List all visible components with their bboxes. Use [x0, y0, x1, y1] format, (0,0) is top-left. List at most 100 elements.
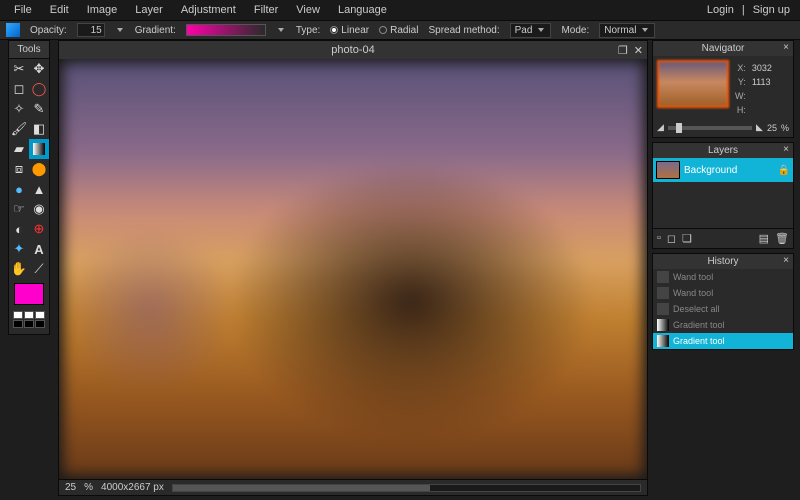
- bucket-tool[interactable]: ▰: [9, 139, 29, 159]
- gradient-icon: [33, 143, 45, 155]
- menu-view[interactable]: View: [288, 1, 328, 19]
- drawing-tool[interactable]: ✦: [9, 239, 29, 259]
- horizontal-scrollbar[interactable]: [172, 484, 641, 492]
- gradient-preview[interactable]: [186, 24, 266, 36]
- dodge-tool[interactable]: ◐: [9, 219, 29, 239]
- nav-h-value: [752, 104, 772, 116]
- login-link[interactable]: Login: [707, 4, 734, 16]
- zoom-in-icon[interactable]: ◣: [756, 122, 763, 133]
- brush-tool[interactable]: 🖌: [9, 119, 29, 139]
- gradient-tool[interactable]: [29, 139, 49, 159]
- nav-zoom-value[interactable]: 25: [767, 123, 777, 133]
- history-item[interactable]: Deselect all: [653, 301, 793, 317]
- zoom-out-icon[interactable]: ◢: [657, 122, 664, 133]
- zoom-value[interactable]: 25: [65, 482, 76, 493]
- nav-y-label: Y:: [735, 76, 750, 88]
- crop-icon: ✂: [14, 61, 25, 77]
- mode-label: Mode:: [561, 25, 589, 36]
- menu-edit[interactable]: Edit: [42, 1, 77, 19]
- menu-language[interactable]: Language: [330, 1, 395, 19]
- wand-icon: [657, 271, 669, 283]
- spread-select[interactable]: Pad: [510, 23, 552, 38]
- type-linear-label: Linear: [341, 25, 369, 36]
- shapes-icon: ✦: [14, 241, 25, 257]
- app-logo-icon: [6, 23, 20, 37]
- nav-x-value: 3032: [752, 62, 772, 74]
- drop-icon: ●: [15, 182, 23, 197]
- window-maximize-icon[interactable]: ❐: [618, 44, 628, 57]
- spread-value: Pad: [515, 25, 533, 36]
- hand-tool[interactable]: ✋: [9, 259, 29, 279]
- dodge-icon: ◐: [15, 222, 23, 237]
- history-item[interactable]: Wand tool: [653, 269, 793, 285]
- canvas-viewport[interactable]: [59, 59, 647, 479]
- smudge-tool[interactable]: ☞: [9, 199, 29, 219]
- eyedropper-tool[interactable]: ⟋: [29, 259, 49, 279]
- clone-tool[interactable]: ⧈: [9, 159, 29, 179]
- history-item[interactable]: Gradient tool: [653, 333, 793, 349]
- type-label: Type:: [296, 25, 320, 36]
- menu-file[interactable]: File: [6, 1, 40, 19]
- menu-items: File Edit Image Layer Adjustment Filter …: [6, 1, 395, 19]
- panel-close-icon[interactable]: ×: [783, 42, 789, 53]
- history-item-label: Deselect all: [673, 304, 720, 314]
- delete-layer-icon[interactable]: 🗑: [775, 232, 789, 245]
- opacity-input[interactable]: [77, 23, 105, 37]
- gradient-dropdown-icon[interactable]: [276, 25, 286, 35]
- menu-filter[interactable]: Filter: [246, 1, 286, 19]
- history-item[interactable]: Gradient tool: [653, 317, 793, 333]
- document-statusbar: 25 % 4000x2667 px: [59, 479, 647, 495]
- color-swatches[interactable]: [9, 309, 49, 334]
- layer-settings-icon[interactable]: ▤: [759, 232, 769, 245]
- panel-close-icon[interactable]: ×: [783, 144, 789, 155]
- radio-dot-icon: [330, 26, 338, 34]
- type-tool[interactable]: A: [29, 239, 49, 259]
- wand-icon: ✧: [14, 101, 25, 117]
- history-item[interactable]: Wand tool: [653, 285, 793, 301]
- redeye-tool[interactable]: ⊕: [29, 219, 49, 239]
- new-layer-icon[interactable]: ▫: [657, 232, 661, 245]
- wand-tool[interactable]: ✧: [9, 99, 29, 119]
- brush-icon: 🖌: [11, 121, 28, 137]
- lasso-icon: ◯: [32, 81, 47, 97]
- canvas-image: [63, 63, 643, 475]
- mode-value: Normal: [604, 25, 636, 36]
- sponge-tool[interactable]: ◉: [29, 199, 49, 219]
- gradient-icon: [657, 335, 669, 347]
- layer-row[interactable]: Background 🔒: [653, 158, 793, 182]
- menu-adjustment[interactable]: Adjustment: [173, 1, 244, 19]
- window-close-icon[interactable]: ✕: [634, 44, 643, 57]
- wand-icon: [657, 287, 669, 299]
- opacity-dropdown-icon[interactable]: [115, 25, 125, 35]
- stamp-icon: ⧈: [15, 161, 23, 177]
- panel-close-icon[interactable]: ×: [783, 255, 789, 266]
- blur-tool[interactable]: ●: [9, 179, 29, 199]
- hand-icon: ✋: [11, 261, 27, 277]
- replace-color-tool[interactable]: ⬤: [29, 159, 49, 179]
- move-tool[interactable]: ✥: [29, 59, 49, 79]
- layer-mask-icon[interactable]: ◻: [667, 232, 676, 245]
- signup-link[interactable]: Sign up: [753, 4, 790, 16]
- pencil-tool[interactable]: ✎: [29, 99, 49, 119]
- type-radial-radio[interactable]: Radial: [379, 25, 418, 36]
- scrollbar-thumb[interactable]: [173, 485, 430, 491]
- mode-select[interactable]: Normal: [599, 23, 655, 38]
- menu-layer[interactable]: Layer: [127, 1, 171, 19]
- eraser-tool[interactable]: ◧: [29, 119, 49, 139]
- menu-image[interactable]: Image: [79, 1, 126, 19]
- duplicate-layer-icon[interactable]: ❏: [682, 232, 692, 245]
- layer-lock-icon[interactable]: 🔒: [778, 165, 790, 176]
- eyedropper-icon: ⟋: [34, 261, 43, 277]
- chevron-down-icon: [536, 25, 546, 35]
- crop-tool[interactable]: ✂: [9, 59, 29, 79]
- layers-panel: Layers× Background 🔒 ▫ ◻ ❏ ▤ 🗑: [652, 142, 794, 249]
- sharpen-tool[interactable]: ▲: [29, 179, 49, 199]
- bucket-icon: ▰: [14, 141, 24, 157]
- foreground-color-swatch[interactable]: [14, 283, 44, 305]
- marquee-tool[interactable]: ◻: [9, 79, 29, 99]
- slider-handle[interactable]: [676, 123, 682, 133]
- type-linear-radio[interactable]: Linear: [330, 25, 369, 36]
- navigator-zoom-slider[interactable]: [668, 126, 752, 130]
- navigator-thumbnail[interactable]: [657, 60, 729, 108]
- lasso-tool[interactable]: ◯: [29, 79, 49, 99]
